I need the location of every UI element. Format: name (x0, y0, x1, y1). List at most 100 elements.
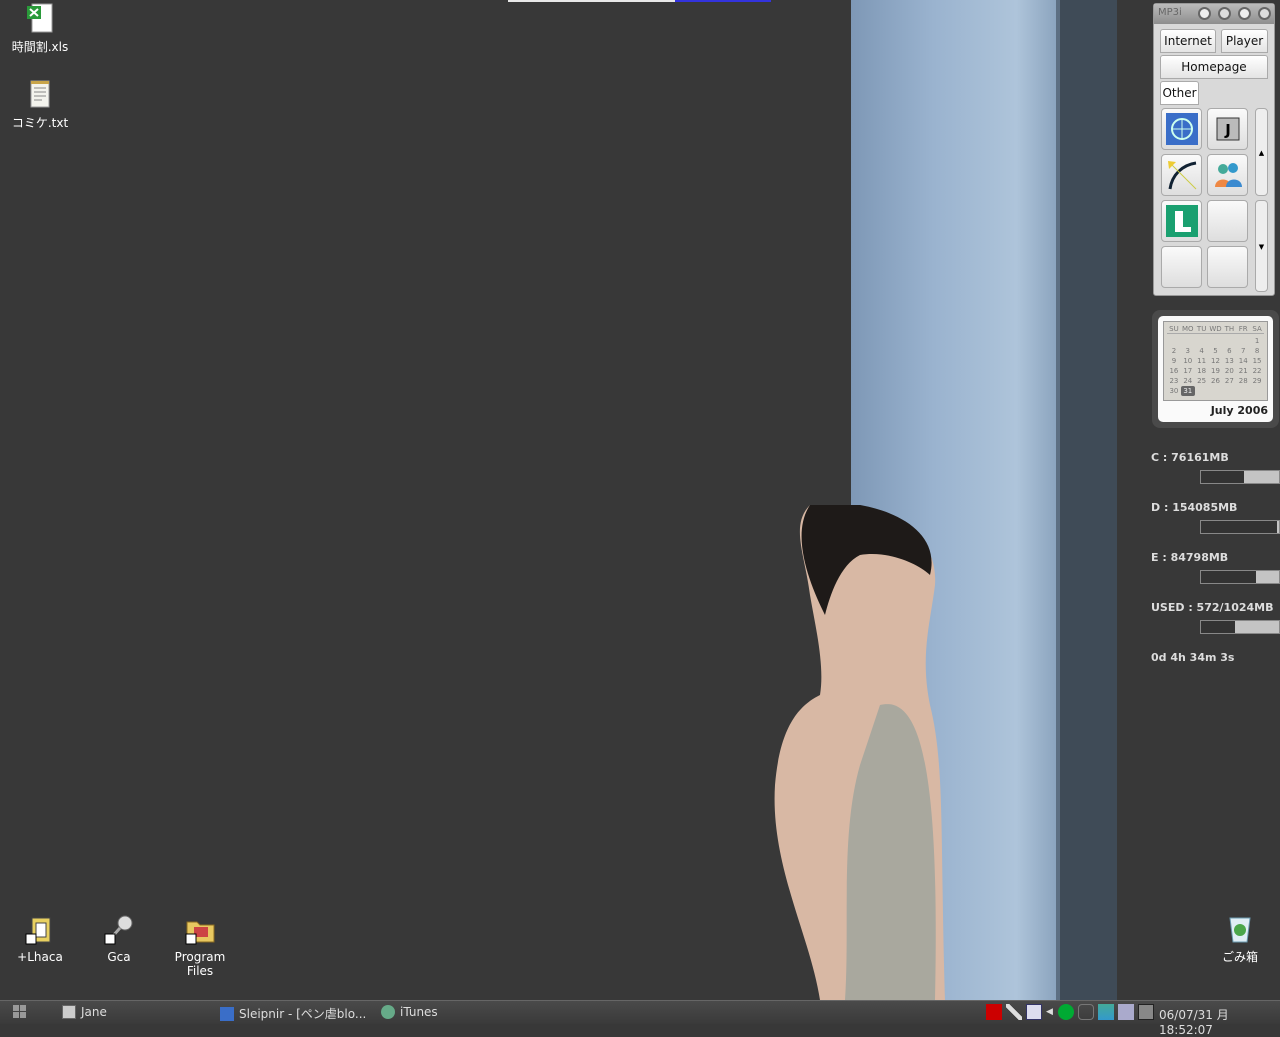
icon-label: コミケ.txt (11, 116, 69, 130)
bar-fill (1256, 571, 1279, 583)
calendar-day: 7 (1240, 347, 1246, 355)
memory-bar (1200, 620, 1280, 634)
desktop-icon-gca[interactable]: Gca (79, 914, 159, 964)
jane-icon (62, 1005, 76, 1019)
cat-icon[interactable] (1078, 1004, 1094, 1020)
bar-fill (1276, 521, 1279, 533)
launcher-item-sleipnir[interactable] (1161, 108, 1202, 150)
recycle-bin[interactable]: ごみ箱 (1200, 912, 1280, 965)
calendar-day: 14 (1238, 357, 1248, 365)
calendar-day (1222, 386, 1236, 396)
task-label: Sleipnir - [ペン虐blo... (239, 1007, 367, 1021)
wallpaper-woman-image (774, 505, 945, 1000)
task-jane[interactable]: Jane (62, 1005, 107, 1019)
icon-label: ごみ箱 (1221, 950, 1258, 964)
weekday-label: FR (1238, 325, 1248, 333)
tab-other[interactable]: Other (1160, 81, 1199, 105)
calendar-day: 4 (1199, 347, 1204, 355)
disk-e-label: E : 84798MB (1151, 551, 1229, 564)
microphone-icon[interactable] (1006, 1004, 1022, 1020)
launcher-item-lhaca[interactable] (1161, 200, 1202, 242)
task-sleipnir[interactable]: Sleipnir - [ペン虐blo... (220, 1005, 366, 1022)
launcher-button-3[interactable] (1238, 7, 1251, 20)
launcher-button-2[interactable] (1218, 7, 1231, 20)
calendar-week: 9 10 11 12 13 14 15 (1167, 356, 1264, 366)
desktop-icon-program-files[interactable]: Program Files (160, 914, 240, 978)
calendar-day: 18 (1197, 367, 1207, 375)
clock[interactable]: 06/07/31 月 18:52:07 (1159, 1006, 1280, 1037)
windows-grid-icon (13, 1005, 26, 1018)
taskbar: Jane Sleipnir - [ペン虐blo... iTunes ◀ 06/0… (0, 1000, 1280, 1037)
uptime: 0d 4h 34m 3s (1151, 651, 1235, 664)
weekday-label: WD (1209, 325, 1222, 333)
calendar-day (1195, 386, 1209, 396)
calendar-day: 24 (1183, 377, 1193, 385)
calendar-day: 30 (1169, 387, 1179, 395)
sleipnir-icon (220, 1006, 234, 1021)
gca-shortcut-icon (103, 914, 135, 946)
desktop-icon-lhaca[interactable]: +Lhaca (0, 914, 80, 964)
launcher-item-bow[interactable] (1161, 154, 1202, 196)
notepad-icon[interactable] (1026, 1004, 1042, 1020)
launcher-item-messenger[interactable] (1207, 154, 1248, 196)
calendar-week: 23 24 25 26 27 28 29 (1167, 376, 1264, 386)
launcher-item-empty[interactable] (1161, 246, 1202, 288)
recycle-bin-icon (1224, 912, 1256, 944)
calendar-day: 13 (1224, 357, 1234, 365)
calendar-day: 21 (1238, 367, 1248, 375)
itunes-icon (381, 1005, 395, 1019)
calendar-day: 17 (1183, 367, 1193, 375)
launcher-button-1[interactable] (1198, 7, 1211, 20)
calendar-day: 20 (1224, 367, 1234, 375)
scroll-up-button[interactable]: ▲ (1255, 108, 1268, 196)
expand-arrow-icon[interactable]: ◀ (1046, 1004, 1054, 1020)
sleipnir-icon (1165, 113, 1198, 145)
launcher-item-empty[interactable] (1207, 200, 1248, 242)
desktop-icon-xls[interactable]: 時間割.xls (0, 2, 80, 55)
messenger-icon[interactable] (1098, 1004, 1114, 1020)
task-label: iTunes (400, 1005, 438, 1019)
acrobat-icon[interactable] (986, 1004, 1002, 1020)
bar-fill (1235, 621, 1279, 633)
calendar-day (1167, 336, 1181, 346)
calendar-day (1209, 336, 1223, 346)
desktop-icon-txt[interactable]: コミケ.txt (0, 78, 80, 131)
tab-internet[interactable]: Internet (1160, 29, 1216, 53)
calendar-day: 3 (1185, 347, 1190, 355)
calendar-day (1236, 336, 1250, 346)
hidden-window-edge (508, 0, 771, 2)
launcher-widget: MP3i Internet Player Homepage Other J ▲ … (1153, 3, 1275, 296)
text-file-icon (24, 78, 56, 110)
wireless-icon[interactable] (1118, 1004, 1134, 1020)
launcher-item-empty[interactable] (1207, 246, 1248, 288)
network-globe-icon[interactable] (1058, 1004, 1074, 1020)
calendar-day (1209, 386, 1223, 396)
calendar-day: 26 (1211, 377, 1220, 385)
disk-c-label: C : 76161MB (1151, 451, 1229, 464)
launcher-close-button[interactable] (1258, 7, 1271, 20)
calendar-day: 28 (1238, 377, 1248, 385)
memory-label: USED : 572/1024MB (1151, 601, 1274, 614)
calendar-day: 27 (1224, 377, 1234, 385)
calendar-day: 16 (1169, 367, 1179, 375)
antivirus-icon[interactable] (1138, 1004, 1154, 1020)
calendar-day (1181, 336, 1195, 346)
task-itunes[interactable]: iTunes (381, 1005, 438, 1019)
tab-player[interactable]: Player (1221, 29, 1268, 53)
weekday-label: TH (1224, 325, 1235, 333)
launcher-item-jane[interactable]: J (1207, 108, 1248, 150)
weekday-label: MO (1181, 325, 1194, 333)
icon-label: Gca (107, 950, 131, 964)
bar-fill (1243, 471, 1279, 483)
scroll-down-button[interactable]: ▼ (1255, 200, 1268, 292)
calendar-day: 2 (1171, 347, 1177, 355)
disk-e-bar (1200, 570, 1280, 584)
weekday-label: SA (1252, 325, 1262, 333)
launcher-title: MP3i (1158, 7, 1182, 18)
weekday-label: SU (1169, 325, 1179, 333)
launcher-titlebar[interactable]: MP3i (1154, 4, 1274, 24)
calendar-week: 23 4 5 678 (1167, 346, 1264, 356)
tab-homepage[interactable]: Homepage (1160, 55, 1268, 79)
start-button[interactable] (13, 1005, 27, 1019)
disk-d-label: D : 154085MB (1151, 501, 1238, 514)
